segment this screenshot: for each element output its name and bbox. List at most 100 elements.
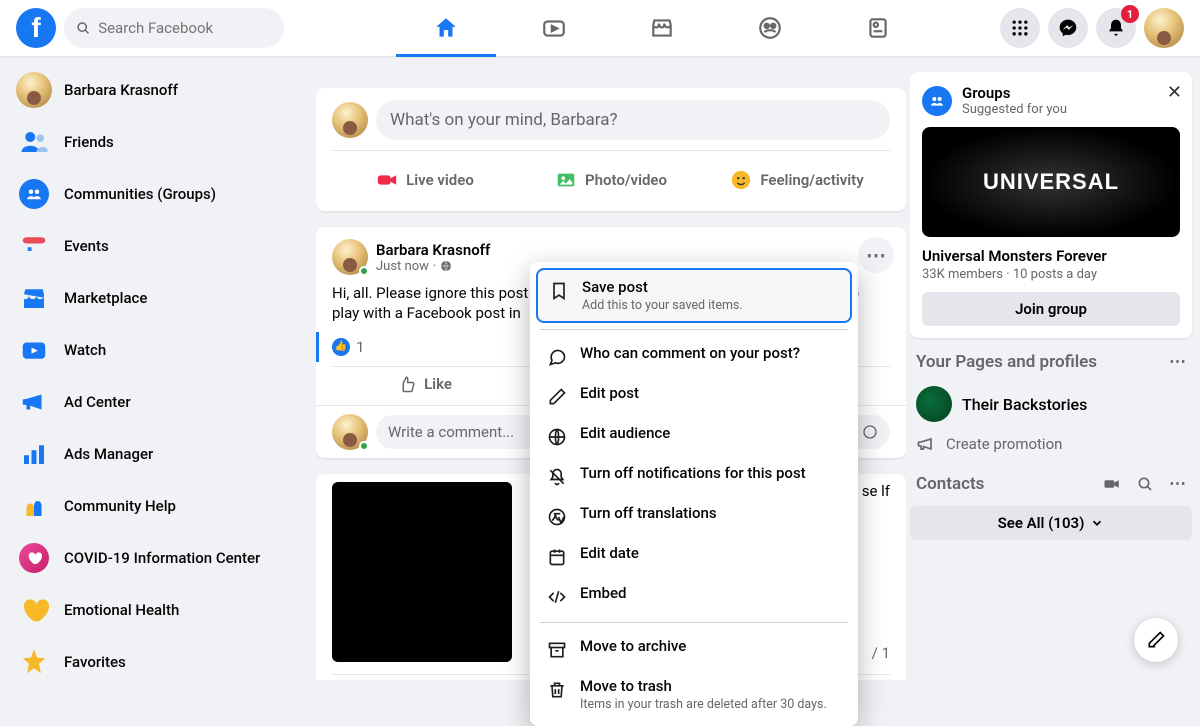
group-cover[interactable]: UNIVERSAL [922, 127, 1180, 237]
messenger-icon [1058, 18, 1078, 38]
menu-edit-date[interactable]: Edit date [536, 536, 852, 576]
sidebar-item-groups[interactable]: Communities (Groups) [8, 168, 304, 220]
sidebar-item-communityhelp[interactable]: Community Help [8, 480, 304, 532]
chat-icon [547, 347, 567, 367]
thumb-icon [398, 375, 416, 393]
facebook-logo[interactable]: f [16, 8, 56, 48]
composer-live-video[interactable]: Live video [332, 161, 518, 199]
commenter-avatar[interactable] [332, 414, 368, 450]
pencil-icon [547, 387, 567, 407]
menu-who-comment[interactable]: Who can comment on your post? [536, 336, 852, 376]
watch-icon [19, 335, 49, 365]
group-meta: 33K members · 10 posts a day [922, 267, 1180, 282]
search-input[interactable] [98, 19, 272, 37]
bell-off-icon [547, 467, 567, 487]
livevideo-icon [376, 169, 398, 191]
sidebar-item-adsmanager[interactable]: Ads Manager [8, 428, 304, 480]
sidebar-item-friends[interactable]: Friends [8, 116, 304, 168]
new-message-fab[interactable] [1134, 618, 1178, 662]
menu-turn-off-notifications[interactable]: Turn off notifications for this post [536, 456, 852, 496]
menu-embed[interactable]: Embed [536, 576, 852, 616]
menu-save-post[interactable]: Save postAdd this to your saved items. [536, 268, 852, 323]
sidebar-item-favorites[interactable]: Favorites [8, 636, 304, 680]
post-avatar[interactable] [332, 239, 368, 275]
composer-avatar[interactable] [332, 102, 368, 138]
sidebar-item-events[interactable]: Events [8, 220, 304, 272]
nav-marketplace[interactable] [612, 2, 712, 54]
friends-icon [19, 127, 49, 157]
post-options-menu: Save postAdd this to your saved items. W… [530, 262, 858, 726]
nav-home[interactable] [396, 2, 496, 54]
bell-icon [1106, 18, 1126, 38]
trash-icon [547, 680, 567, 700]
profile-avatar-button[interactable] [1144, 8, 1184, 48]
globe-icon [547, 427, 567, 447]
calendar-edit-icon [547, 547, 567, 567]
search-contacts-icon[interactable] [1137, 476, 1153, 492]
composer-input[interactable]: What's on your mind, Barbara? [376, 100, 890, 140]
chart-icon [19, 439, 49, 469]
nav-watch[interactable] [504, 2, 604, 54]
sidebar-item-emotional[interactable]: Emotional Health [8, 584, 304, 636]
composer-feeling[interactable]: Feeling/activity [704, 161, 890, 199]
menu-move-trash[interactable]: Move to trashItems in your trash are del… [536, 669, 852, 720]
photo-icon [555, 169, 577, 191]
video-call-icon[interactable] [1103, 475, 1121, 493]
post-author[interactable]: Barbara Krasnoff [376, 241, 490, 259]
top-nav [284, 2, 1000, 54]
sidebar-item-covid[interactable]: COVID-19 Information Center [8, 532, 304, 584]
menu-turn-off-translations[interactable]: Turn off translations [536, 496, 852, 536]
grid-icon [1010, 18, 1030, 38]
group-name[interactable]: Universal Monsters Forever [922, 247, 1180, 265]
nav-groups[interactable] [720, 2, 820, 54]
page-avatar [916, 386, 952, 422]
messenger-button[interactable] [1048, 8, 1088, 48]
top-right: 1 [1000, 8, 1184, 48]
translate-icon [547, 507, 567, 527]
post-meta: Just now· [376, 259, 490, 274]
pages-title: Your Pages and profiles⋯ [910, 338, 1192, 380]
card-icon [865, 15, 891, 41]
create-promotion[interactable]: Create promotion [910, 428, 1192, 460]
home-icon [433, 15, 459, 41]
post2-count: / 1 [872, 604, 890, 662]
like-button-2[interactable]: Like [332, 675, 518, 681]
page-item[interactable]: Their Backstories [910, 380, 1192, 428]
star-icon [19, 647, 49, 677]
join-group-button[interactable]: Join group [922, 292, 1180, 326]
topbar: f 1 [0, 0, 1200, 56]
emoji-icon[interactable] [862, 424, 878, 440]
see-all-button[interactable]: See All (103) [910, 506, 1192, 540]
sidebar-item-profile[interactable]: Barbara Krasnoff [8, 64, 304, 116]
marketplace-icon [19, 283, 49, 313]
groups-icon [757, 15, 783, 41]
contacts-title: Contacts ⋯ [910, 460, 1192, 502]
hands-icon [19, 491, 49, 521]
notif-badge: 1 [1121, 5, 1139, 23]
groups-subtitle: Suggested for you [962, 102, 1067, 117]
sidebar-item-marketplace[interactable]: Marketplace [8, 272, 304, 324]
post-image[interactable] [332, 482, 512, 662]
post-more-button[interactable]: ⋯ [858, 237, 894, 273]
composer-photo-video[interactable]: Photo/video [518, 161, 704, 199]
chevron-down-icon [1090, 516, 1104, 530]
like-button[interactable]: Like [332, 367, 518, 401]
contacts-more-icon[interactable]: ⋯ [1169, 474, 1186, 494]
menu-move-archive[interactable]: Move to archive [536, 629, 852, 669]
close-button[interactable]: ✕ [1167, 82, 1182, 103]
menu-edit-audience[interactable]: Edit audience [536, 416, 852, 456]
community-icon [25, 185, 43, 203]
menu-edit-post[interactable]: Edit post [536, 376, 852, 416]
groups-suggestion-card: GroupsSuggested for you ✕ UNIVERSAL Univ… [910, 72, 1192, 338]
bookmark-icon [549, 281, 569, 301]
calendar-icon [19, 231, 49, 261]
right-rail: GroupsSuggested for you ✕ UNIVERSAL Univ… [910, 56, 1200, 680]
search-box[interactable] [64, 8, 284, 48]
sidebar-item-adcenter[interactable]: Ad Center [8, 376, 304, 428]
more-icon[interactable]: ⋯ [1169, 352, 1186, 372]
sidebar-item-watch[interactable]: Watch [8, 324, 304, 376]
nav-gaming[interactable] [828, 2, 928, 54]
notifications-button[interactable]: 1 [1096, 8, 1136, 48]
menu-grid-button[interactable] [1000, 8, 1040, 48]
like-icon: 👍 [332, 338, 350, 356]
